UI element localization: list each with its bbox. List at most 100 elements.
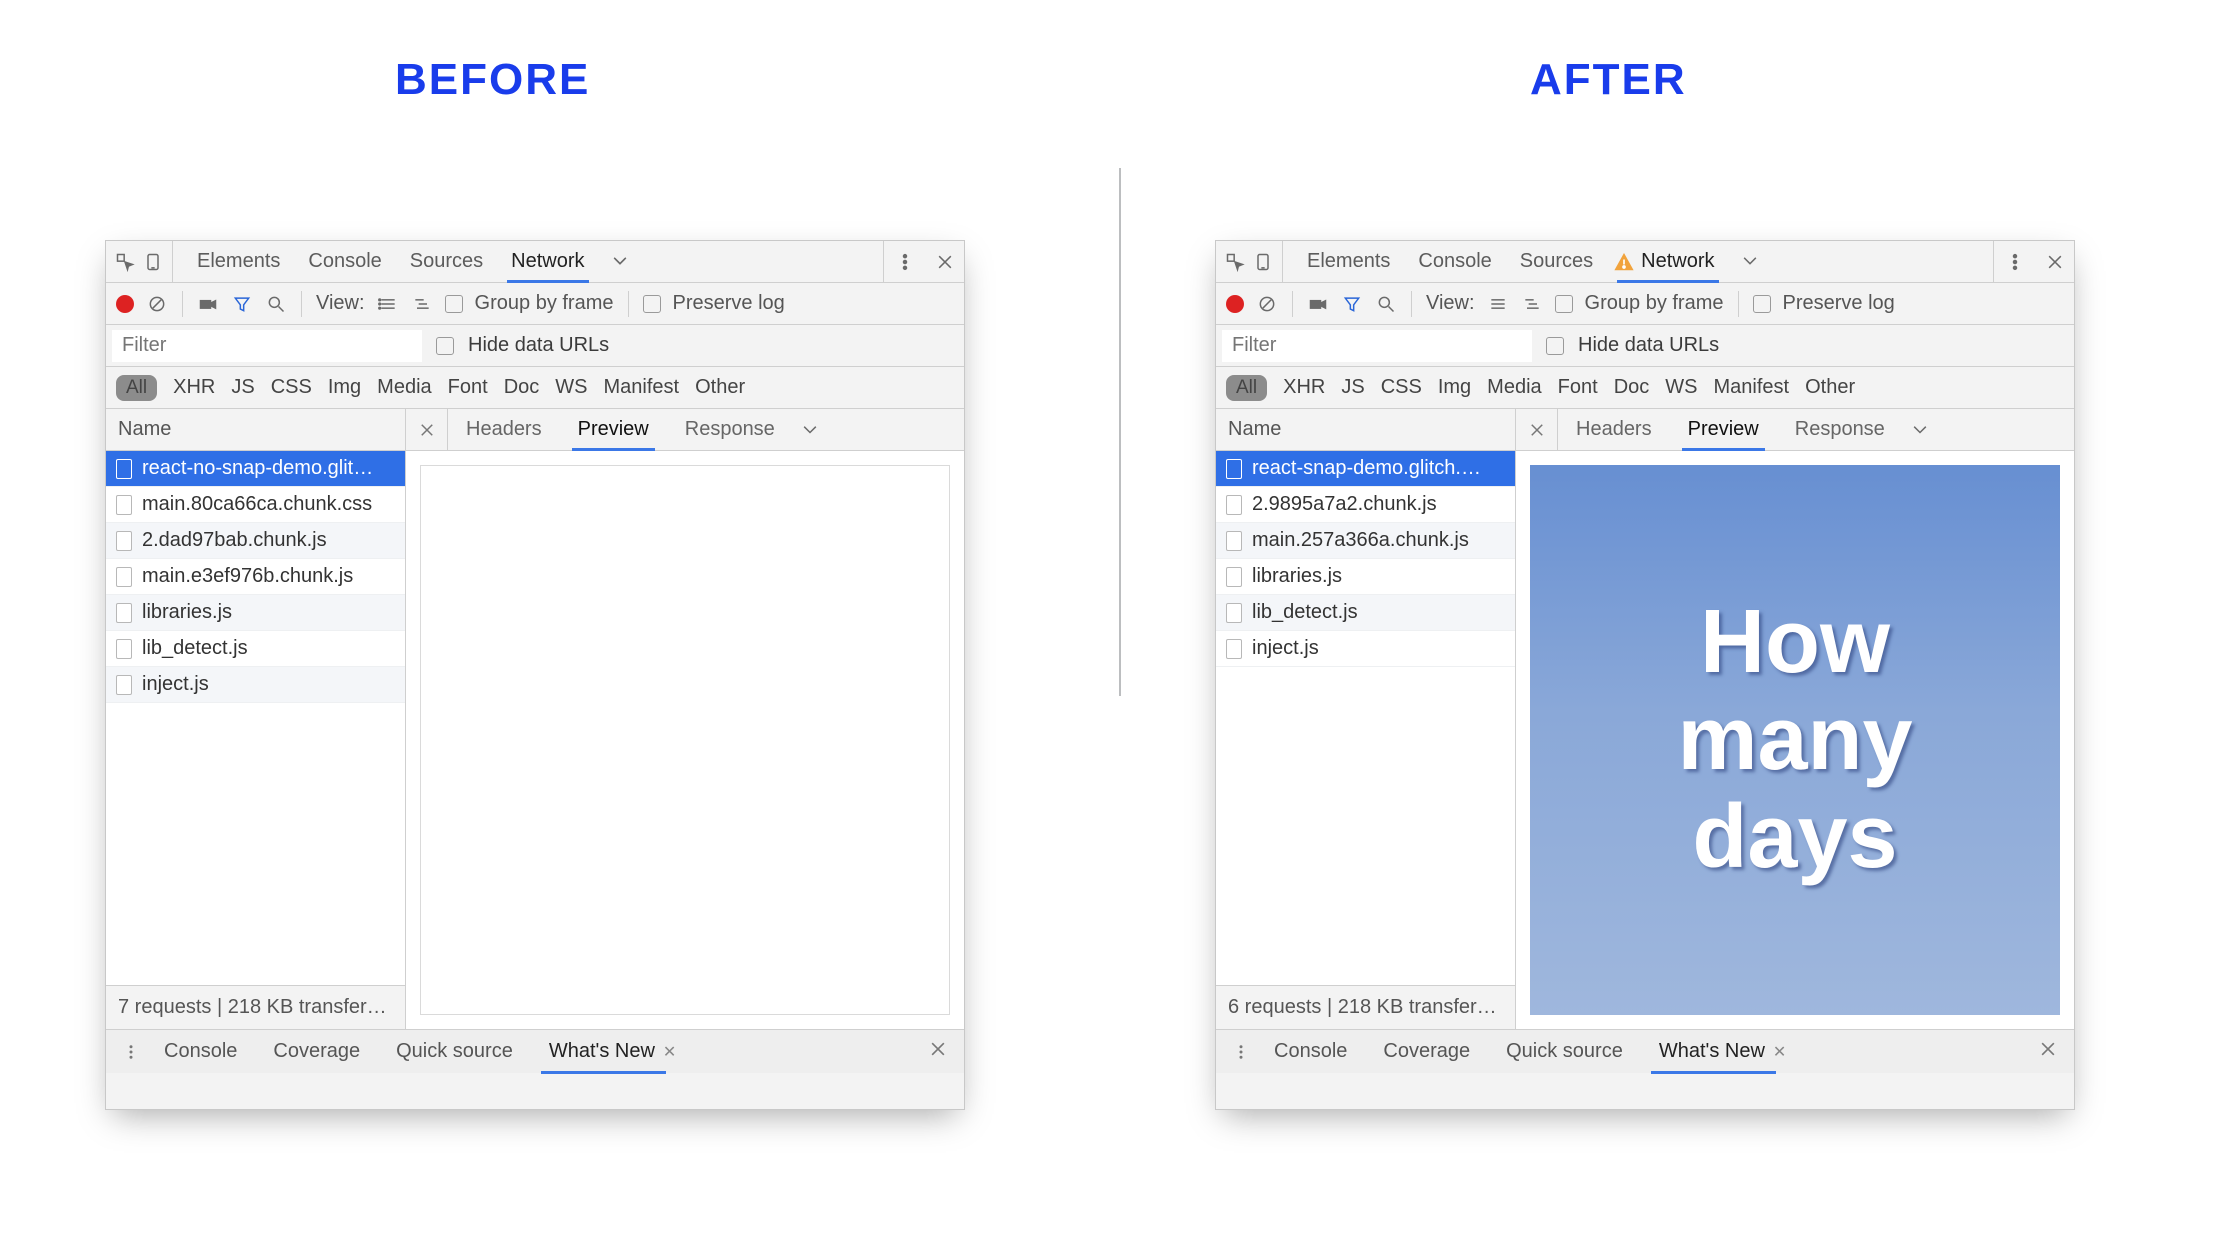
- request-row[interactable]: main.257a366a.chunk.js: [1216, 523, 1515, 559]
- more-preview-tabs-icon[interactable]: [1909, 419, 1931, 441]
- inspect-icon[interactable]: [1224, 251, 1246, 273]
- view-list-icon[interactable]: [1487, 293, 1509, 315]
- request-row[interactable]: react-snap-demo.glitch.…: [1216, 451, 1515, 487]
- drawer-tab-quick-source[interactable]: Quick source: [1488, 1030, 1641, 1073]
- type-all[interactable]: All: [1226, 375, 1267, 401]
- request-row[interactable]: libraries.js: [106, 595, 405, 631]
- type-other[interactable]: Other: [1805, 376, 1855, 399]
- drawer-kebab-icon[interactable]: [116, 1043, 146, 1061]
- drawer-close-icon[interactable]: [922, 1039, 954, 1065]
- type-manifest[interactable]: Manifest: [603, 376, 679, 399]
- type-all[interactable]: All: [116, 375, 157, 401]
- filter-input[interactable]: [1222, 330, 1532, 362]
- tab-network[interactable]: Network: [497, 241, 598, 282]
- drawer-tab-quick-source[interactable]: Quick source: [378, 1030, 531, 1073]
- camera-icon[interactable]: [1307, 293, 1329, 315]
- tab-response[interactable]: Response: [667, 409, 793, 450]
- search-icon[interactable]: [265, 293, 287, 315]
- type-js[interactable]: JS: [1341, 376, 1364, 399]
- view-waterfall-icon[interactable]: [1521, 293, 1543, 315]
- tab-headers[interactable]: Headers: [1558, 409, 1670, 450]
- close-tab-icon[interactable]: ✕: [1773, 1042, 1786, 1062]
- tab-network[interactable]: Network: [1607, 241, 1728, 282]
- type-manifest[interactable]: Manifest: [1713, 376, 1789, 399]
- close-devtools-icon[interactable]: [2044, 251, 2066, 273]
- request-row[interactable]: lib_detect.js: [1216, 595, 1515, 631]
- record-icon[interactable]: [1226, 295, 1244, 313]
- request-row[interactable]: main.80ca66ca.chunk.css: [106, 487, 405, 523]
- tab-console[interactable]: Console: [1404, 241, 1505, 282]
- col-name-header[interactable]: Name: [106, 409, 405, 451]
- type-other[interactable]: Other: [695, 376, 745, 399]
- clear-icon[interactable]: [146, 293, 168, 315]
- type-img[interactable]: Img: [1438, 376, 1471, 399]
- drawer-tab-coverage[interactable]: Coverage: [255, 1030, 378, 1073]
- close-sidepanel-icon[interactable]: [406, 409, 448, 450]
- type-js[interactable]: JS: [231, 376, 254, 399]
- kebab-icon[interactable]: [2004, 251, 2026, 273]
- request-row[interactable]: inject.js: [1216, 631, 1515, 667]
- more-tabs-icon[interactable]: [1739, 251, 1761, 273]
- drawer-tab-console[interactable]: Console: [1256, 1030, 1365, 1073]
- tab-console[interactable]: Console: [294, 241, 395, 282]
- col-name-header[interactable]: Name: [1216, 409, 1515, 451]
- more-preview-tabs-icon[interactable]: [799, 419, 821, 441]
- request-row[interactable]: lib_detect.js: [106, 631, 405, 667]
- request-row[interactable]: main.e3ef976b.chunk.js: [106, 559, 405, 595]
- tab-headers[interactable]: Headers: [448, 409, 560, 450]
- tab-response[interactable]: Response: [1777, 409, 1903, 450]
- drawer-tab-whats-new[interactable]: What's New✕: [531, 1030, 694, 1073]
- camera-icon[interactable]: [197, 293, 219, 315]
- tab-elements[interactable]: Elements: [1293, 241, 1404, 282]
- preserve-log-checkbox[interactable]: [643, 295, 661, 313]
- search-icon[interactable]: [1375, 293, 1397, 315]
- tab-preview[interactable]: Preview: [1670, 409, 1777, 450]
- close-devtools-icon[interactable]: [934, 251, 956, 273]
- hide-data-urls-checkbox[interactable]: [436, 337, 454, 355]
- device-icon[interactable]: [142, 251, 164, 273]
- type-xhr[interactable]: XHR: [173, 376, 215, 399]
- clear-icon[interactable]: [1256, 293, 1278, 315]
- drawer-tab-coverage[interactable]: Coverage: [1365, 1030, 1488, 1073]
- preserve-log-checkbox[interactable]: [1753, 295, 1771, 313]
- type-css[interactable]: CSS: [1381, 376, 1422, 399]
- type-ws[interactable]: WS: [555, 376, 587, 399]
- kebab-icon[interactable]: [894, 251, 916, 273]
- group-by-frame-checkbox[interactable]: [1555, 295, 1573, 313]
- type-media[interactable]: Media: [1487, 376, 1541, 399]
- tab-sources[interactable]: Sources: [396, 241, 497, 282]
- request-row[interactable]: react-no-snap-demo.glit…: [106, 451, 405, 487]
- type-ws[interactable]: WS: [1665, 376, 1697, 399]
- type-css[interactable]: CSS: [271, 376, 312, 399]
- type-img[interactable]: Img: [328, 376, 361, 399]
- request-row[interactable]: 2.9895a7a2.chunk.js: [1216, 487, 1515, 523]
- hide-data-urls-checkbox[interactable]: [1546, 337, 1564, 355]
- filter-icon[interactable]: [1341, 293, 1363, 315]
- request-row[interactable]: inject.js: [106, 667, 405, 703]
- request-row[interactable]: 2.dad97bab.chunk.js: [106, 523, 405, 559]
- close-tab-icon[interactable]: ✕: [663, 1042, 676, 1062]
- drawer-tab-console[interactable]: Console: [146, 1030, 255, 1073]
- type-doc[interactable]: Doc: [1614, 376, 1650, 399]
- drawer-close-icon[interactable]: [2032, 1039, 2064, 1065]
- type-font[interactable]: Font: [448, 376, 488, 399]
- tab-preview[interactable]: Preview: [560, 409, 667, 450]
- type-doc[interactable]: Doc: [504, 376, 540, 399]
- type-media[interactable]: Media: [377, 376, 431, 399]
- tab-elements[interactable]: Elements: [183, 241, 294, 282]
- type-font[interactable]: Font: [1558, 376, 1598, 399]
- view-waterfall-icon[interactable]: [411, 293, 433, 315]
- device-icon[interactable]: [1252, 251, 1274, 273]
- type-xhr[interactable]: XHR: [1283, 376, 1325, 399]
- request-row[interactable]: libraries.js: [1216, 559, 1515, 595]
- more-tabs-icon[interactable]: [609, 251, 631, 273]
- inspect-icon[interactable]: [114, 251, 136, 273]
- filter-input[interactable]: [112, 330, 422, 362]
- group-by-frame-checkbox[interactable]: [445, 295, 463, 313]
- drawer-tab-whats-new[interactable]: What's New✕: [1641, 1030, 1804, 1073]
- drawer-kebab-icon[interactable]: [1226, 1043, 1256, 1061]
- record-icon[interactable]: [116, 295, 134, 313]
- tab-sources[interactable]: Sources: [1506, 241, 1607, 282]
- close-sidepanel-icon[interactable]: [1516, 409, 1558, 450]
- view-list-icon[interactable]: [377, 293, 399, 315]
